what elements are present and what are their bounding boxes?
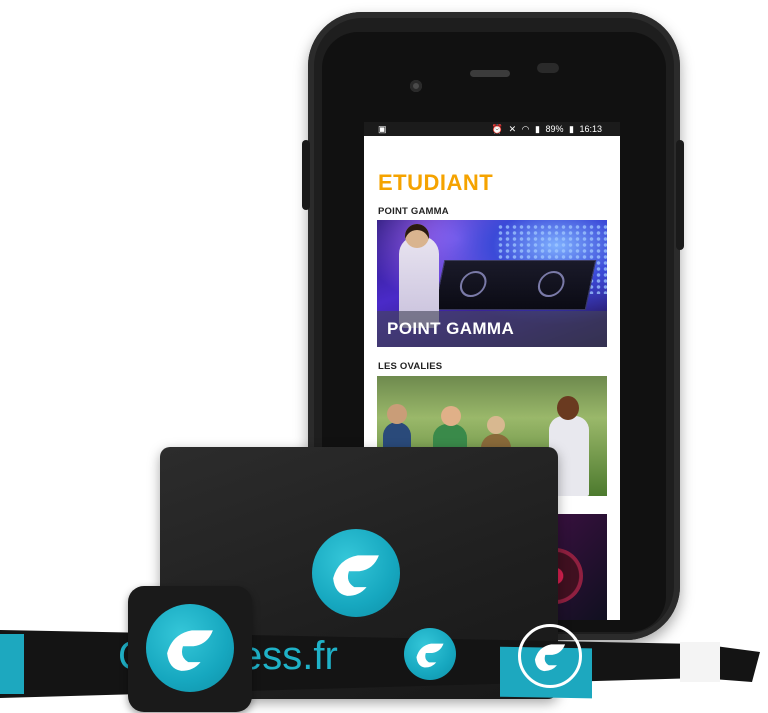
turntable-icon bbox=[535, 271, 567, 297]
wristband-strap bbox=[0, 630, 760, 699]
crowd-person-head bbox=[487, 416, 505, 434]
event-card-point-gamma[interactable]: POINT GAMMA bbox=[377, 220, 607, 347]
brand-logo-icon bbox=[404, 628, 456, 680]
wristband-brand-text: ess.fr bbox=[240, 634, 338, 678]
event-card-banner: POINT GAMMA bbox=[377, 311, 607, 347]
front-camera-icon bbox=[410, 80, 422, 92]
crowd-person-head bbox=[387, 404, 407, 424]
phone-side-button-right bbox=[676, 140, 684, 250]
crowd-person-head bbox=[441, 406, 461, 426]
event-card-title: POINT GAMMA bbox=[387, 319, 515, 338]
brand-logo-mark bbox=[416, 643, 444, 668]
battery-icon: ▮ bbox=[569, 124, 574, 134]
wristband-slider-tag bbox=[128, 586, 252, 712]
status-bar-right: ⏰ ✕ ◠ ▮ 89% ▮ 16:13 bbox=[489, 122, 602, 136]
turntable-icon bbox=[457, 271, 489, 297]
earpiece-speaker bbox=[470, 70, 510, 77]
status-bar: ▣ ⏰ ✕ ◠ ▮ 89% ▮ 16:13 bbox=[364, 122, 620, 136]
section-label-les-ovalies: LES OVALIES bbox=[378, 361, 443, 372]
brand-logo-mark bbox=[333, 555, 379, 596]
crowd-person-head bbox=[557, 396, 579, 420]
page-title: ETUDIANT bbox=[378, 170, 494, 195]
status-time: 16:13 bbox=[579, 124, 602, 134]
dj-head-image bbox=[405, 224, 429, 248]
section-label-point-gamma: POINT GAMMA bbox=[378, 206, 449, 217]
battery-percent: 89% bbox=[545, 124, 564, 134]
brand-logo-mark bbox=[534, 644, 566, 672]
proximity-sensor bbox=[537, 63, 559, 73]
brand-logo-icon bbox=[312, 529, 400, 617]
brand-logo-icon bbox=[146, 604, 234, 692]
dj-decks-image bbox=[433, 260, 597, 310]
phone-side-button-left bbox=[302, 140, 310, 210]
brand-logo-outline-icon bbox=[518, 624, 582, 688]
product-scene: ▣ ⏰ ✕ ◠ ▮ 89% ▮ 16:13 ETUDIANT POINT GAM… bbox=[0, 0, 768, 713]
brand-logo-mark bbox=[167, 630, 213, 671]
image-notification-icon: ▣ bbox=[378, 124, 387, 134]
signal-icon: ▮ bbox=[535, 124, 540, 134]
alarm-icon: ⏰ bbox=[491, 124, 504, 134]
mute-icon: ✕ bbox=[508, 124, 517, 134]
wifi-icon: ◠ bbox=[521, 124, 530, 134]
